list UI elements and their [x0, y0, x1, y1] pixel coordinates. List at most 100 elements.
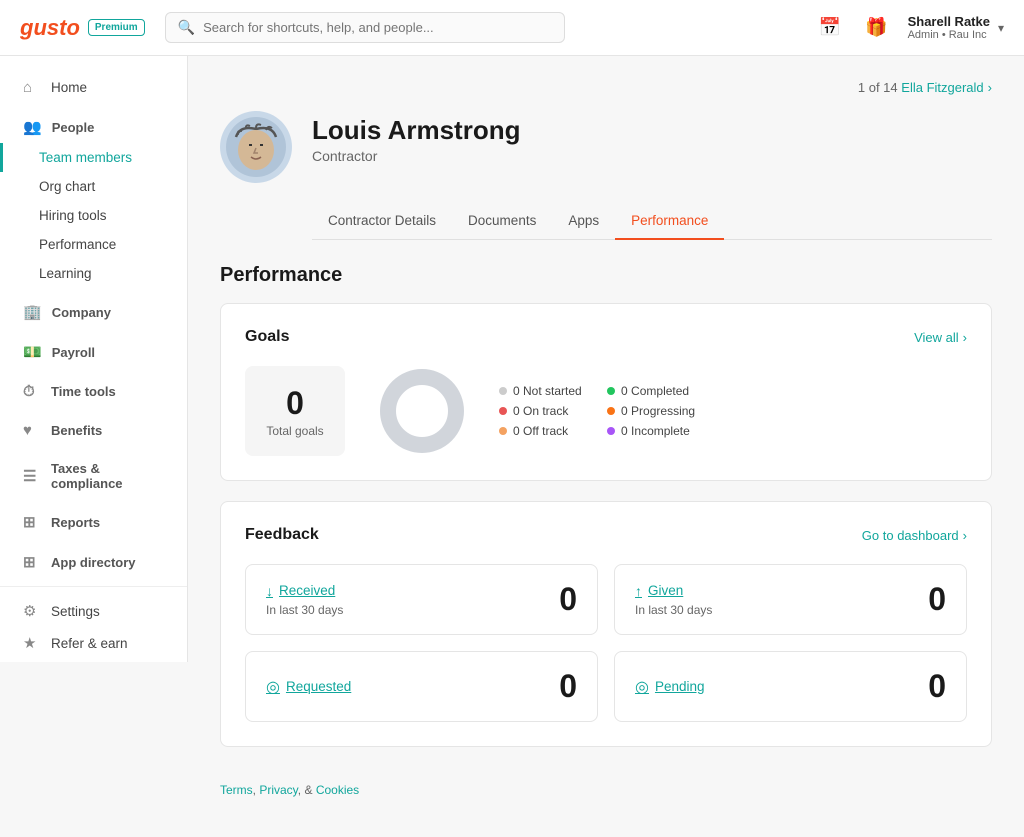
taxes-icon: ☰ [23, 467, 41, 485]
feedback-card-header: Feedback Go to dashboard › [245, 526, 967, 544]
app-directory-icon: ⊞ [23, 553, 41, 571]
given-sublabel: In last 30 days [635, 603, 712, 617]
sidebar-item-refer-earn[interactable]: ★ Refer & earn [0, 627, 187, 659]
calendar-icon[interactable]: 📅 [815, 13, 845, 42]
sidebar-item-label: App directory [51, 555, 136, 570]
received-arrow-icon: ↓ [266, 583, 273, 599]
page-title: Performance [220, 264, 992, 287]
goals-card-title: Goals [245, 328, 289, 346]
breadcrumb-arrow-icon: › [988, 80, 992, 95]
tab-contractor-details[interactable]: Contractor Details [312, 203, 452, 240]
sidebar-item-taxes[interactable]: ☰ Taxes & compliance [0, 454, 187, 498]
total-goals-box: 0 Total goals [245, 366, 345, 456]
sidebar-item-label: Taxes & compliance [51, 461, 167, 491]
gift-icon[interactable]: 🎁 [861, 13, 891, 42]
legend-label-incomplete: 0 Incomplete [621, 424, 690, 438]
received-link[interactable]: ↓ Received [266, 583, 343, 599]
sidebar-item-performance[interactable]: Performance [0, 230, 187, 259]
refer-icon: ★ [23, 634, 41, 652]
legend-dot-not-started [499, 387, 507, 395]
sidebar-item-benefits[interactable]: ♥ Benefits [0, 415, 187, 446]
total-goals-label: Total goals [266, 424, 323, 438]
goals-donut-chart [377, 366, 467, 456]
sidebar-item-label: Payroll [52, 345, 95, 360]
legend-incomplete: 0 Incomplete [607, 424, 695, 438]
tab-performance[interactable]: Performance [615, 203, 724, 240]
footer-privacy-link[interactable]: Privacy [259, 783, 297, 797]
sidebar-item-hiring-tools[interactable]: Hiring tools [0, 201, 187, 230]
total-goals-count: 0 [286, 385, 304, 422]
sidebar-item-app-directory[interactable]: ⊞ App directory [0, 546, 187, 578]
given-link[interactable]: ↑ Given [635, 583, 712, 599]
feedback-pending-info: ◎ Pending [635, 677, 705, 697]
legend-on-track: 0 On track [499, 404, 587, 418]
logo-text: gusto [20, 15, 80, 41]
footer-cookies-link[interactable]: Cookies [316, 783, 359, 797]
sidebar-item-label: Home [51, 80, 87, 95]
legend-completed: 0 Completed [607, 384, 695, 398]
legend-dot-progressing [607, 407, 615, 415]
pending-count: 0 [928, 668, 946, 705]
profile-header: Louis Armstrong Contractor [220, 111, 992, 183]
company-icon: 🏢 [23, 303, 42, 321]
footer-terms-link[interactable]: Terms [220, 783, 253, 797]
feedback-given-info: ↑ Given In last 30 days [635, 583, 712, 617]
search-icon: 🔍 [178, 19, 195, 36]
sidebar-item-company[interactable]: 🏢 Company [0, 296, 187, 328]
benefits-icon: ♥ [23, 422, 41, 439]
goals-legend: 0 Not started 0 Completed 0 On track 0 P… [499, 384, 695, 438]
tab-apps[interactable]: Apps [552, 203, 615, 240]
received-sublabel: In last 30 days [266, 603, 343, 617]
sidebar-item-time-tools[interactable]: ⏱ Time tools [0, 376, 187, 407]
sidebar-item-team-members[interactable]: Team members [0, 143, 187, 172]
go-to-dashboard-link[interactable]: Go to dashboard › [862, 528, 967, 543]
sidebar-item-payroll[interactable]: 💵 Payroll [0, 336, 187, 368]
sidebar-item-label: Benefits [51, 423, 102, 438]
requested-count: 0 [559, 668, 577, 705]
nav-icons: 📅 🎁 Sharell Ratke Admin • Rau Inc ▾ [815, 13, 1004, 42]
received-count: 0 [559, 581, 577, 618]
pending-link[interactable]: ◎ Pending [635, 677, 705, 697]
sidebar-item-label: Org chart [39, 179, 95, 194]
sidebar-section-people[interactable]: 👥 People [0, 111, 187, 143]
tab-bar: Contractor Details Documents Apps Perfor… [312, 203, 992, 240]
sidebar-item-label: People [52, 120, 95, 135]
footer-sep1: , [253, 783, 260, 797]
legend-label-completed: 0 Completed [621, 384, 689, 398]
sidebar-item-label: Hiring tools [39, 208, 107, 223]
view-all-link[interactable]: View all › [914, 330, 967, 345]
footer-sep2: , & [298, 783, 316, 797]
sidebar-item-org-chart[interactable]: Org chart [0, 172, 187, 201]
sidebar-item-reports[interactable]: ⊞ Reports [0, 506, 187, 538]
legend-dot-on-track [499, 407, 507, 415]
legend-dot-completed [607, 387, 615, 395]
breadcrumb-link[interactable]: Ella Fitzgerald [901, 80, 983, 95]
sidebar-item-label: Company [52, 305, 111, 320]
logo[interactable]: gusto Premium [20, 15, 145, 41]
legend-progressing: 0 Progressing [607, 404, 695, 418]
tab-documents[interactable]: Documents [452, 203, 552, 240]
requested-link[interactable]: ◎ Requested [266, 677, 351, 697]
sidebar-item-label: Time tools [51, 384, 116, 399]
people-icon: 👥 [23, 118, 42, 136]
feedback-requested-info: ◎ Requested [266, 677, 351, 697]
sidebar-item-settings[interactable]: ⚙ Settings [0, 595, 187, 627]
legend-off-track: 0 Off track [499, 424, 587, 438]
breadcrumb-counter: 1 of 14 [858, 80, 898, 95]
legend-label-off-track: 0 Off track [513, 424, 568, 438]
search-bar[interactable]: 🔍 [165, 12, 565, 43]
legend-dot-off-track [499, 427, 507, 435]
legend-not-started: 0 Not started [499, 384, 587, 398]
requested-circle-icon: ◎ [266, 677, 280, 697]
sidebar-item-learning[interactable]: Learning [0, 259, 187, 288]
dashboard-link-arrow-icon: › [963, 528, 967, 543]
avatar [220, 111, 292, 183]
sidebar-item-label: Reports [51, 515, 100, 530]
search-input[interactable] [203, 20, 552, 35]
feedback-grid: ↓ Received In last 30 days 0 ↑ Given [245, 564, 967, 722]
goals-card: Goals View all › 0 Total goals [220, 303, 992, 481]
user-name: Sharell Ratke [908, 14, 990, 29]
user-menu[interactable]: Sharell Ratke Admin • Rau Inc ▾ [908, 14, 1004, 41]
sidebar-item-home[interactable]: ⌂ Home [0, 72, 187, 103]
feedback-card-title: Feedback [245, 526, 319, 544]
